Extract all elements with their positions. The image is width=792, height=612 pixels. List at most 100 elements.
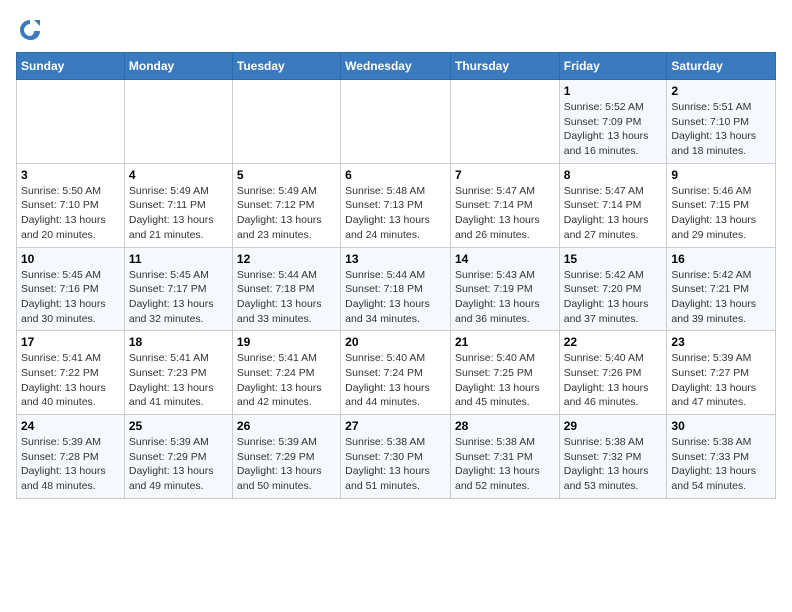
- weekday-header-tuesday: Tuesday: [232, 53, 340, 80]
- calendar-cell: 13Sunrise: 5:44 AM Sunset: 7:18 PM Dayli…: [341, 247, 451, 331]
- weekday-header-wednesday: Wednesday: [341, 53, 451, 80]
- day-number: 8: [564, 168, 663, 182]
- day-number: 1: [564, 84, 663, 98]
- calendar-cell: 21 Sunrise: 5:40 AM Sunset: 7:25 PM Dayli…: [450, 331, 559, 415]
- weekday-header-thursday: Thursday: [450, 53, 559, 80]
- calendar-cell: 8 Sunrise: 5:47 AM Sunset: 7:14 PM Daylig…: [559, 163, 667, 247]
- day-number: 29: [564, 419, 663, 433]
- day-number: 5: [237, 168, 336, 182]
- day-detail: Sunrise: 5:43 AM Sunset: 7:19 PM Dayligh…: [455, 268, 555, 327]
- calendar-cell: 15 Sunrise: 5:42 AM Sunset: 7:20 PM Dayli…: [559, 247, 667, 331]
- calendar-week-row: 3 Sunrise: 5:50 AM Sunset: 7:10 PM Daylig…: [17, 163, 776, 247]
- calendar-cell: 25Sunrise: 5:39 AM Sunset: 7:29 PM Dayli…: [124, 415, 232, 499]
- weekday-header-sunday: Sunday: [17, 53, 125, 80]
- day-number: 12: [237, 252, 336, 266]
- calendar-body: 1 Sunrise: 5:52 AM Sunset: 7:09 PM Daylig…: [17, 80, 776, 499]
- calendar-cell: 9 Sunrise: 5:46 AM Sunset: 7:15 PM Daylig…: [667, 163, 776, 247]
- day-detail: Sunrise: 5:40 AM Sunset: 7:25 PM Dayligh…: [455, 351, 555, 410]
- day-number: 13: [345, 252, 446, 266]
- day-number: 10: [21, 252, 120, 266]
- day-detail: Sunrise: 5:39 AM Sunset: 7:29 PM Dayligh…: [237, 435, 336, 494]
- day-number: 11: [129, 252, 228, 266]
- calendar-cell: 17 Sunrise: 5:41 AM Sunset: 7:22 PM Dayli…: [17, 331, 125, 415]
- weekday-header-saturday: Saturday: [667, 53, 776, 80]
- day-detail: Sunrise: 5:38 AM Sunset: 7:32 PM Dayligh…: [564, 435, 663, 494]
- day-number: 2: [671, 84, 771, 98]
- calendar-cell: [124, 80, 232, 164]
- calendar-table: SundayMondayTuesdayWednesdayThursdayFrid…: [16, 52, 776, 499]
- calendar-cell: [341, 80, 451, 164]
- day-number: 15: [564, 252, 663, 266]
- day-number: 3: [21, 168, 120, 182]
- day-detail: Sunrise: 5:49 AM Sunset: 7:11 PM Dayligh…: [129, 184, 228, 243]
- day-detail: Sunrise: 5:38 AM Sunset: 7:30 PM Dayligh…: [345, 435, 446, 494]
- logo: [16, 16, 48, 44]
- day-number: 6: [345, 168, 446, 182]
- calendar-cell: 7 Sunrise: 5:47 AM Sunset: 7:14 PM Daylig…: [450, 163, 559, 247]
- day-number: 22: [564, 335, 663, 349]
- day-number: 30: [671, 419, 771, 433]
- calendar-cell: 5 Sunrise: 5:49 AM Sunset: 7:12 PM Daylig…: [232, 163, 340, 247]
- day-detail: Sunrise: 5:42 AM Sunset: 7:21 PM Dayligh…: [671, 268, 771, 327]
- calendar-cell: 16 Sunrise: 5:42 AM Sunset: 7:21 PM Dayli…: [667, 247, 776, 331]
- day-number: 4: [129, 168, 228, 182]
- calendar-cell: 10 Sunrise: 5:45 AM Sunset: 7:16 PM Dayli…: [17, 247, 125, 331]
- day-detail: Sunrise: 5:47 AM Sunset: 7:14 PM Dayligh…: [455, 184, 555, 243]
- day-detail: Sunrise: 5:46 AM Sunset: 7:15 PM Dayligh…: [671, 184, 771, 243]
- weekday-header-monday: Monday: [124, 53, 232, 80]
- calendar-cell: 22 Sunrise: 5:40 AM Sunset: 7:26 PM Dayli…: [559, 331, 667, 415]
- day-detail: Sunrise: 5:41 AM Sunset: 7:24 PM Dayligh…: [237, 351, 336, 410]
- weekday-header-friday: Friday: [559, 53, 667, 80]
- calendar-week-row: 1 Sunrise: 5:52 AM Sunset: 7:09 PM Daylig…: [17, 80, 776, 164]
- calendar-cell: 2 Sunrise: 5:51 AM Sunset: 7:10 PM Daylig…: [667, 80, 776, 164]
- day-number: 17: [21, 335, 120, 349]
- calendar-cell: 14Sunrise: 5:43 AM Sunset: 7:19 PM Dayli…: [450, 247, 559, 331]
- calendar-cell: 19 Sunrise: 5:41 AM Sunset: 7:24 PM Dayli…: [232, 331, 340, 415]
- day-detail: Sunrise: 5:42 AM Sunset: 7:20 PM Dayligh…: [564, 268, 663, 327]
- calendar-cell: [450, 80, 559, 164]
- calendar-cell: 23Sunrise: 5:39 AM Sunset: 7:27 PM Dayli…: [667, 331, 776, 415]
- day-number: 28: [455, 419, 555, 433]
- day-number: 18: [129, 335, 228, 349]
- calendar-cell: 30Sunrise: 5:38 AM Sunset: 7:33 PM Dayli…: [667, 415, 776, 499]
- day-detail: Sunrise: 5:45 AM Sunset: 7:16 PM Dayligh…: [21, 268, 120, 327]
- day-detail: Sunrise: 5:45 AM Sunset: 7:17 PM Dayligh…: [129, 268, 228, 327]
- day-detail: Sunrise: 5:40 AM Sunset: 7:26 PM Dayligh…: [564, 351, 663, 410]
- day-detail: Sunrise: 5:49 AM Sunset: 7:12 PM Dayligh…: [237, 184, 336, 243]
- day-detail: Sunrise: 5:48 AM Sunset: 7:13 PM Dayligh…: [345, 184, 446, 243]
- day-number: 21: [455, 335, 555, 349]
- day-detail: Sunrise: 5:51 AM Sunset: 7:10 PM Dayligh…: [671, 100, 771, 159]
- day-detail: Sunrise: 5:41 AM Sunset: 7:22 PM Dayligh…: [21, 351, 120, 410]
- day-detail: Sunrise: 5:39 AM Sunset: 7:29 PM Dayligh…: [129, 435, 228, 494]
- calendar-cell: 24Sunrise: 5:39 AM Sunset: 7:28 PM Dayli…: [17, 415, 125, 499]
- calendar-week-row: 17 Sunrise: 5:41 AM Sunset: 7:22 PM Dayli…: [17, 331, 776, 415]
- calendar-week-row: 24Sunrise: 5:39 AM Sunset: 7:28 PM Dayli…: [17, 415, 776, 499]
- calendar-cell: 29 Sunrise: 5:38 AM Sunset: 7:32 PM Dayli…: [559, 415, 667, 499]
- day-number: 19: [237, 335, 336, 349]
- calendar-cell: 3 Sunrise: 5:50 AM Sunset: 7:10 PM Daylig…: [17, 163, 125, 247]
- logo-icon: [16, 16, 44, 44]
- day-detail: Sunrise: 5:50 AM Sunset: 7:10 PM Dayligh…: [21, 184, 120, 243]
- day-number: 26: [237, 419, 336, 433]
- day-number: 7: [455, 168, 555, 182]
- day-detail: Sunrise: 5:47 AM Sunset: 7:14 PM Dayligh…: [564, 184, 663, 243]
- day-detail: Sunrise: 5:41 AM Sunset: 7:23 PM Dayligh…: [129, 351, 228, 410]
- day-number: 27: [345, 419, 446, 433]
- day-number: 16: [671, 252, 771, 266]
- calendar-cell: 6 Sunrise: 5:48 AM Sunset: 7:13 PM Daylig…: [341, 163, 451, 247]
- day-detail: Sunrise: 5:40 AM Sunset: 7:24 PM Dayligh…: [345, 351, 446, 410]
- calendar-cell: [232, 80, 340, 164]
- day-number: 9: [671, 168, 771, 182]
- page-header: [16, 16, 776, 44]
- calendar-cell: 12Sunrise: 5:44 AM Sunset: 7:18 PM Dayli…: [232, 247, 340, 331]
- day-detail: Sunrise: 5:39 AM Sunset: 7:27 PM Dayligh…: [671, 351, 771, 410]
- calendar-cell: 18 Sunrise: 5:41 AM Sunset: 7:23 PM Dayli…: [124, 331, 232, 415]
- calendar-cell: 4 Sunrise: 5:49 AM Sunset: 7:11 PM Daylig…: [124, 163, 232, 247]
- calendar-header: SundayMondayTuesdayWednesdayThursdayFrid…: [17, 53, 776, 80]
- weekday-header-row: SundayMondayTuesdayWednesdayThursdayFrid…: [17, 53, 776, 80]
- calendar-cell: 28 Sunrise: 5:38 AM Sunset: 7:31 PM Dayli…: [450, 415, 559, 499]
- calendar-cell: 11 Sunrise: 5:45 AM Sunset: 7:17 PM Dayli…: [124, 247, 232, 331]
- day-number: 24: [21, 419, 120, 433]
- day-detail: Sunrise: 5:38 AM Sunset: 7:31 PM Dayligh…: [455, 435, 555, 494]
- day-detail: Sunrise: 5:52 AM Sunset: 7:09 PM Dayligh…: [564, 100, 663, 159]
